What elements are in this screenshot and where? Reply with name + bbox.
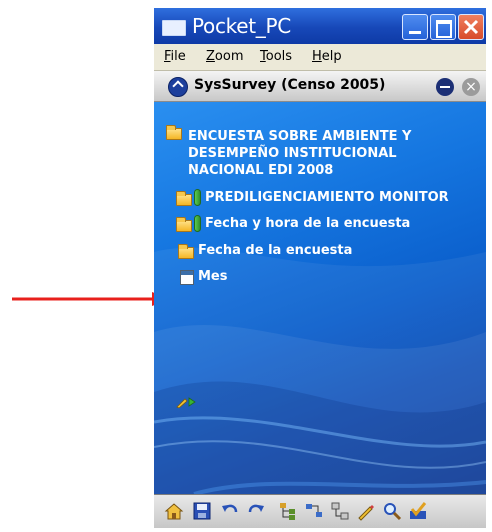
redo-icon[interactable] (246, 501, 266, 521)
menu-help[interactable]: Help (312, 49, 342, 64)
tree-node-line: NACIONAL EDI 2008 (188, 163, 334, 178)
folder-icon (176, 191, 192, 206)
home-icon[interactable] (164, 501, 184, 521)
menu-zoom-label: oom (214, 49, 244, 64)
survey-tree-view: ENCUESTA SOBRE AMBIENTE Y DESEMPEÑO INST… (154, 102, 486, 494)
folder-icon (178, 244, 194, 259)
pencil-icon[interactable] (176, 396, 196, 408)
pointer-arrow-annotation (12, 292, 170, 306)
clip-icon (194, 215, 201, 232)
menu-tools-label: ools (265, 49, 293, 64)
menu-bar: File Zoom Tools Help (154, 44, 486, 71)
check-icon[interactable] (408, 501, 428, 521)
open-folder-icon (166, 125, 182, 140)
menu-zoom-accel: Z (206, 49, 215, 64)
menu-zoom[interactable]: Zoom (206, 49, 243, 64)
maximize-button[interactable] (430, 14, 456, 40)
ok-button[interactable] (436, 78, 454, 96)
close-button[interactable] (458, 14, 484, 40)
save-icon[interactable] (192, 501, 212, 521)
app-close-button[interactable]: × (462, 78, 480, 96)
menu-file[interactable]: File (164, 49, 186, 64)
minimize-button[interactable] (402, 14, 428, 40)
start-menu-icon[interactable] (168, 77, 188, 97)
edit-icon[interactable] (356, 501, 376, 521)
menu-tools[interactable]: Tools (260, 49, 292, 64)
menu-help-label: elp (321, 49, 342, 64)
tree-node-line: DESEMPEÑO INSTITUCIONAL (188, 146, 397, 161)
connector-icon[interactable] (304, 501, 324, 521)
folder-icon (176, 217, 192, 232)
menu-help-accel: H (312, 49, 322, 64)
tree-node-mes[interactable]: Mes (198, 268, 228, 285)
window-icon (162, 20, 186, 36)
clip-icon (194, 189, 201, 206)
tree-node-line: ENCUESTA SOBRE AMBIENTE Y (188, 129, 412, 144)
calendar-icon (180, 270, 194, 285)
bottom-toolbar (154, 494, 486, 528)
structure-icon[interactable] (330, 501, 350, 521)
undo-icon[interactable] (220, 501, 240, 521)
app-header-bar: SysSurvey (Censo 2005) × (154, 71, 486, 102)
pocket-pc-window: Pocket_PC File Zoom Tools Help SysSurvey… (154, 8, 486, 528)
title-bar: Pocket_PC (154, 8, 486, 44)
menu-file-label: ile (170, 49, 186, 64)
tree-node-fecha[interactable]: Fecha de la encuesta (198, 242, 352, 259)
app-title: SysSurvey (Censo 2005) (194, 77, 386, 93)
search-icon[interactable] (382, 501, 402, 521)
tree-node-encuesta[interactable]: ENCUESTA SOBRE AMBIENTE Y DESEMPEÑO INST… (188, 128, 411, 179)
close-icon (463, 19, 479, 35)
window-title: Pocket_PC (192, 14, 291, 38)
tree-node-prediligenciamiento[interactable]: PREDILIGENCIAMIENTO MONITOR (205, 189, 449, 206)
tree-icon[interactable] (278, 501, 298, 521)
tree-node-fecha-hora[interactable]: Fecha y hora de la encuesta (205, 215, 410, 232)
